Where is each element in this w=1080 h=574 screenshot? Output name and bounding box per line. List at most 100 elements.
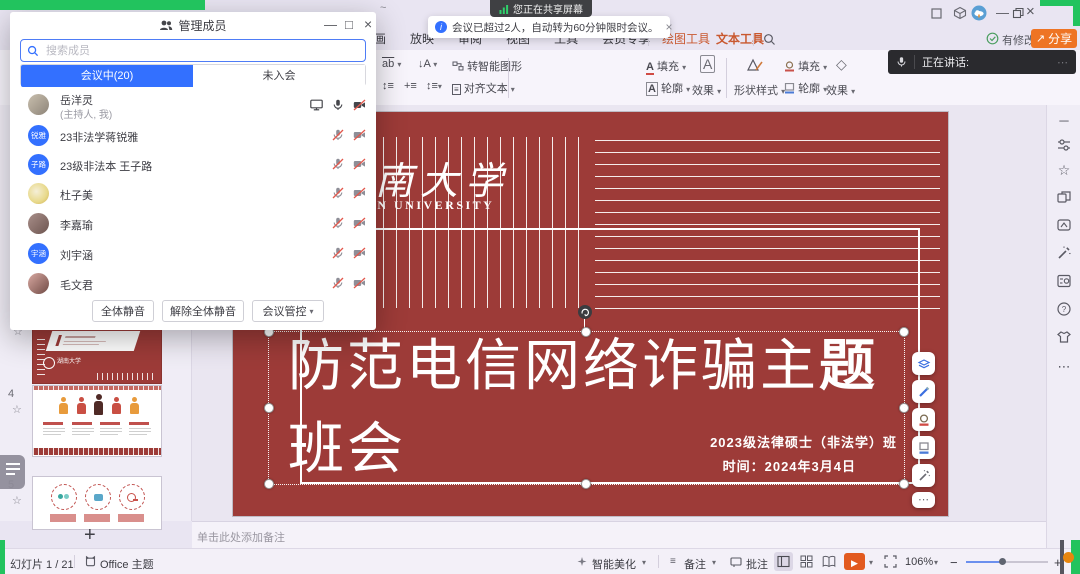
cube-icon[interactable] xyxy=(953,6,967,20)
theme-label[interactable]: Office 主题 xyxy=(100,556,154,572)
notes-lines-icon[interactable]: ≡ xyxy=(670,556,676,567)
dialog-maximize-icon[interactable]: □ xyxy=(345,18,353,32)
zoom-level[interactable]: 106% xyxy=(905,556,933,568)
slide5-star-icon[interactable]: ☆ xyxy=(12,494,22,507)
slide-thumbnail-4[interactable] xyxy=(32,385,162,457)
member-row[interactable]: 杜子美 xyxy=(10,179,376,208)
search-icon[interactable] xyxy=(763,33,776,46)
rotate-handle[interactable] xyxy=(578,305,592,319)
collapse-pane-icon[interactable]: ─ xyxy=(1056,113,1072,129)
cloud-sync-icon[interactable] xyxy=(971,5,987,21)
camera-off-icon[interactable] xyxy=(353,187,366,199)
shape-style-button[interactable]: 形状样式 ▾ xyxy=(734,82,785,98)
beautify-icon[interactable] xyxy=(576,556,588,568)
camera-off-icon[interactable] xyxy=(353,247,366,259)
slide4-star-icon[interactable]: ☆ xyxy=(12,403,22,416)
camera-off-icon[interactable] xyxy=(353,99,366,111)
quick-access-icon[interactable]: ~ xyxy=(380,2,386,14)
layers-button[interactable] xyxy=(912,352,935,375)
tab-not-joined[interactable]: 未入会 xyxy=(193,65,365,87)
notes-caret-icon[interactable]: ▾ xyxy=(712,558,716,567)
member-row[interactable]: 毛文君 xyxy=(10,269,376,297)
char-spacing-button[interactable]: ab ▾ xyxy=(382,58,401,70)
close-button[interactable]: × xyxy=(1026,5,1035,19)
shape-effect-icon[interactable]: ◇ xyxy=(836,56,847,73)
fill-color-button[interactable] xyxy=(912,408,935,431)
view-sorter-button[interactable] xyxy=(800,555,813,568)
shape-outline-button[interactable]: 轮廓 ▾ xyxy=(784,80,827,96)
dialog-minimize-icon[interactable]: — xyxy=(324,18,337,32)
member-row-host[interactable]: 岳洋灵 (主持人, 我) xyxy=(10,91,376,121)
mic-muted-icon[interactable] xyxy=(332,187,344,199)
list-spacing-button[interactable]: ↕≡▾ xyxy=(426,80,442,92)
shape-library-icon[interactable] xyxy=(1056,189,1072,205)
mic-muted-icon[interactable] xyxy=(332,277,344,289)
beautify-caret-icon[interactable]: ▾ xyxy=(642,558,646,567)
more-options-button[interactable]: ⋯ xyxy=(912,492,935,508)
modified-sync-icon[interactable] xyxy=(986,32,999,45)
handle-top-right[interactable] xyxy=(899,327,909,337)
notice-close-icon[interactable]: × xyxy=(666,20,673,34)
panel-flyout-handle[interactable] xyxy=(0,455,25,489)
handle-bottom-left[interactable] xyxy=(264,479,274,489)
meeting-control-button[interactable]: 会议管控▾ xyxy=(252,300,324,322)
notes-panel[interactable]: 单击此处添加备注 xyxy=(192,521,1046,549)
zoom-out-button[interactable]: − xyxy=(950,555,958,570)
design-icon[interactable] xyxy=(1056,217,1072,233)
comment-button[interactable]: 批注 xyxy=(746,556,768,572)
shape-style-icon[interactable] xyxy=(746,57,764,73)
mic-muted-icon[interactable] xyxy=(332,217,344,229)
handle-top-mid[interactable] xyxy=(581,327,591,337)
smart-graphic-button[interactable]: 转智能图形 xyxy=(452,58,522,74)
format-painter-button[interactable] xyxy=(912,380,935,403)
tab-in-meeting[interactable]: 会议中(20) xyxy=(21,65,193,87)
mic-on-icon[interactable] xyxy=(332,99,344,111)
mic-muted-icon[interactable] xyxy=(332,158,344,170)
member-row[interactable]: 宇涵 刘宇涵 xyxy=(10,239,376,268)
camera-off-icon[interactable] xyxy=(353,217,366,229)
shape-effect-button[interactable]: 效果 ▾ xyxy=(826,82,855,98)
view-normal-button[interactable] xyxy=(774,552,793,571)
handle-bottom-mid[interactable] xyxy=(581,479,591,489)
unmute-all-button[interactable]: 解除全体静音 xyxy=(162,300,244,322)
comment-icon[interactable] xyxy=(730,556,742,568)
zoom-slider-thumb[interactable] xyxy=(999,558,1006,565)
tab-text-tools[interactable]: 文本工具 xyxy=(712,28,768,52)
member-search-box[interactable] xyxy=(20,39,366,62)
para-spacing-button[interactable]: +≡ xyxy=(404,80,417,92)
member-row[interactable]: 子路 23级非法本 王子路 xyxy=(10,150,376,179)
favorites-icon[interactable]: ☆ xyxy=(1056,162,1072,178)
member-row[interactable]: 李嘉瑜 xyxy=(10,209,376,238)
share-button[interactable]: ↗分享 xyxy=(1031,29,1077,48)
handle-mid-right[interactable] xyxy=(899,403,909,413)
text-fill-button[interactable]: A 填充 ▾ xyxy=(646,58,686,74)
slide-thumbnail-5[interactable] xyxy=(32,476,162,530)
smart-tools-icon[interactable] xyxy=(1056,245,1072,261)
text-effect-button[interactable]: 效果 ▾ xyxy=(692,82,721,98)
restore-button[interactable] xyxy=(1012,7,1024,19)
mic-muted-icon[interactable] xyxy=(332,247,344,259)
dialog-close-icon[interactable]: × xyxy=(364,17,372,31)
play-button[interactable]: ▶ xyxy=(844,553,865,570)
text-direction-button[interactable]: ↓A ▾ xyxy=(418,58,437,70)
help-icon[interactable]: ? xyxy=(1056,301,1072,317)
docer-skin-icon[interactable] xyxy=(1056,329,1072,345)
align-text-button[interactable]: ≡ 对齐文本 ▾ xyxy=(452,80,515,96)
zoom-caret-icon[interactable]: ▾ xyxy=(934,558,938,567)
handle-mid-left[interactable] xyxy=(264,403,274,413)
screen-share-icon[interactable] xyxy=(310,99,323,111)
fit-window-button[interactable] xyxy=(884,555,897,568)
workspace-icon[interactable] xyxy=(930,7,943,20)
add-slide-button[interactable]: + xyxy=(84,524,96,547)
text-effect-icon[interactable]: A xyxy=(700,56,715,72)
member-search-input[interactable] xyxy=(44,44,359,58)
beautify-wand-button[interactable] xyxy=(912,464,935,487)
resume-assistant-icon[interactable] xyxy=(1056,273,1072,289)
play-caret-icon[interactable]: ▾ xyxy=(869,558,873,567)
member-row[interactable]: 锐雅 23非法学蒋锐雅 xyxy=(10,121,376,150)
more-rail-icon[interactable]: ⋯ xyxy=(1056,359,1072,375)
camera-off-icon[interactable] xyxy=(353,158,366,170)
handle-bottom-right[interactable] xyxy=(899,479,909,489)
text-outline-button[interactable]: A 轮廓 ▾ xyxy=(646,80,690,96)
share-toolbar-handle[interactable] xyxy=(1063,552,1074,563)
